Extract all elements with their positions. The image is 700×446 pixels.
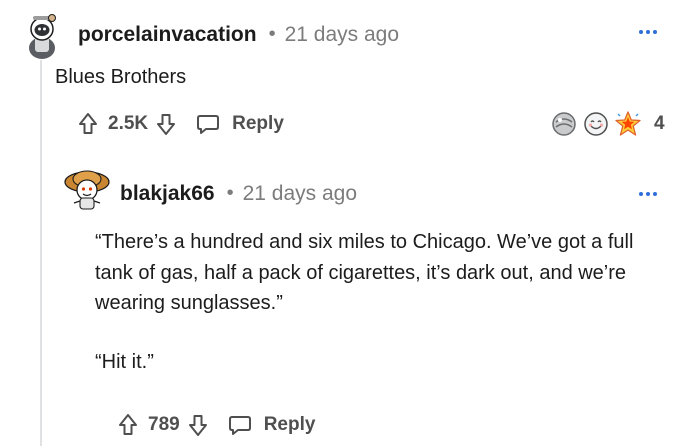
awards[interactable]: 4 <box>550 109 665 139</box>
timestamp[interactable]: 21 days ago <box>285 23 399 47</box>
reply-icon[interactable] <box>196 113 220 135</box>
separator-dot: • <box>226 181 234 204</box>
vote-count: 789 <box>148 414 180 435</box>
comment-body: “There’s a hundred and six miles to Chic… <box>95 227 655 377</box>
username[interactable]: porcelainvacation <box>78 23 257 47</box>
avatar[interactable] <box>62 165 112 213</box>
comment-meta: blakjak66 • 21 days ago <box>120 179 357 209</box>
silver-award-icon[interactable] <box>550 110 578 138</box>
comment-paragraph: “There’s a hundred and six miles to Chic… <box>95 231 634 314</box>
reply-button[interactable]: Reply <box>264 414 316 436</box>
star-struck-award-icon[interactable] <box>614 110 642 138</box>
avatar[interactable] <box>22 10 62 60</box>
comment-body: Blues Brothers <box>55 66 187 88</box>
wholesome-award-icon[interactable] <box>582 110 610 138</box>
more-options-icon[interactable] <box>637 26 659 38</box>
reply-icon[interactable] <box>228 414 252 436</box>
upvote-icon[interactable] <box>118 413 138 437</box>
username[interactable]: blakjak66 <box>120 182 215 206</box>
downvote-icon[interactable] <box>188 413 208 437</box>
comment-actions: 789 Reply <box>118 410 315 440</box>
comment-actions: 2.5K Reply <box>78 109 284 139</box>
comment-meta: porcelainvacation • 21 days ago <box>78 20 399 50</box>
upvote-icon[interactable] <box>78 112 98 136</box>
award-count: 4 <box>654 113 665 134</box>
thread-line[interactable] <box>40 60 42 446</box>
comment-paragraph: “Hit it.” <box>95 350 154 373</box>
timestamp[interactable]: 21 days ago <box>243 182 357 206</box>
vote-count: 2.5K <box>108 113 149 134</box>
reply-button[interactable]: Reply <box>232 113 284 135</box>
downvote-icon[interactable] <box>156 112 176 136</box>
more-options-icon[interactable] <box>637 188 659 200</box>
separator-dot: • <box>268 22 276 45</box>
